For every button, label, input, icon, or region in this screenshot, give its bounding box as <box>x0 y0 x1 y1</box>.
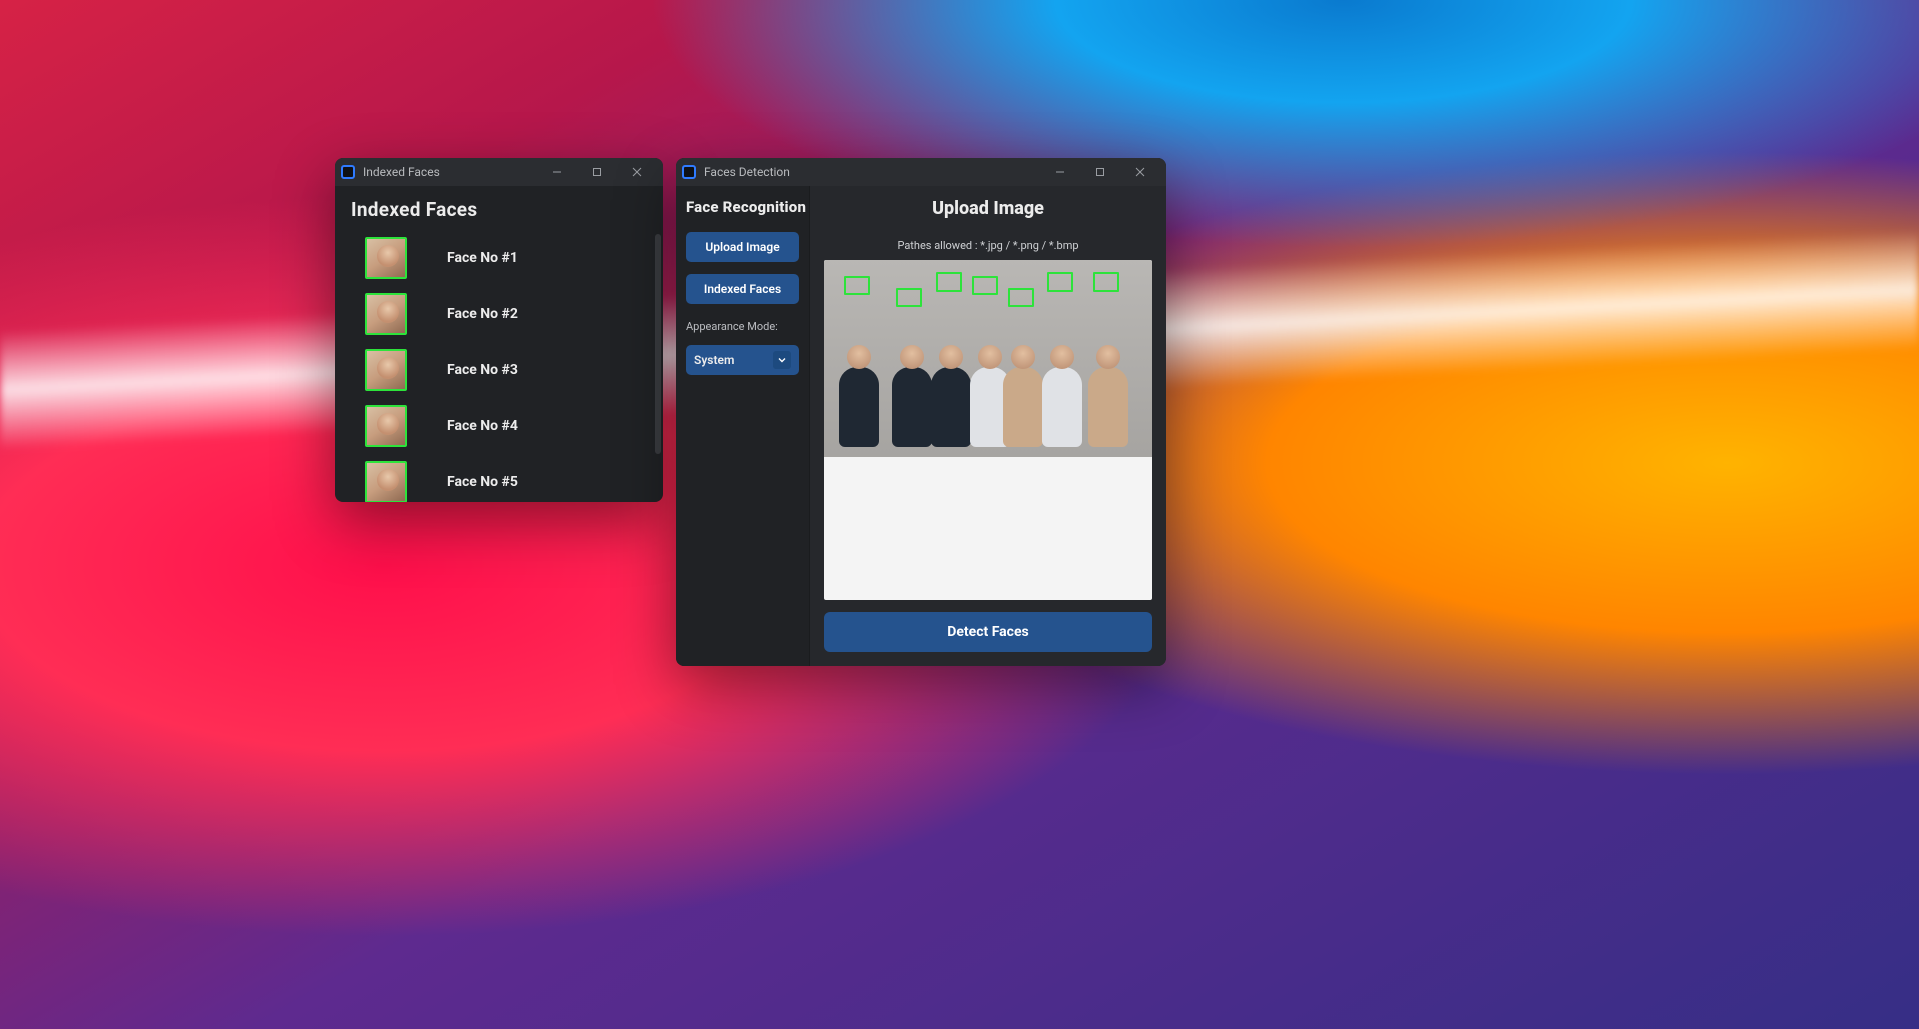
chevron-down-icon <box>773 351 791 369</box>
appearance-mode-value: System <box>694 353 734 367</box>
face-label: Face No #3 <box>447 362 518 378</box>
face-box <box>936 272 962 292</box>
indexed-faces-window: Indexed Faces Indexed Faces Face No #1 <box>335 158 663 502</box>
face-label: Face No #5 <box>447 474 518 490</box>
image-preview <box>824 260 1152 600</box>
face-thumbnail <box>365 461 407 502</box>
face-thumbnail <box>365 349 407 391</box>
upload-image-heading: Upload Image <box>824 198 1152 219</box>
vertical-scrollbar[interactable] <box>655 234 661 454</box>
face-thumbnail <box>365 237 407 279</box>
indexed-faces-list: Face No #1 Face No #2 Face No #3 Face No… <box>341 230 649 502</box>
app-icon <box>341 165 355 179</box>
list-item[interactable]: Face No #4 <box>341 398 649 454</box>
titlebar[interactable]: Indexed Faces <box>335 158 663 186</box>
face-thumbnail <box>365 293 407 335</box>
app-icon <box>682 165 696 179</box>
allowed-paths-hint: Pathes allowed : *.jpg / *.png / *.bmp <box>824 239 1152 252</box>
indexed-faces-heading: Indexed Faces <box>351 198 651 221</box>
maximize-button[interactable] <box>577 158 617 186</box>
window-title: Indexed Faces <box>363 165 440 179</box>
detect-faces-button[interactable]: Detect Faces <box>824 612 1152 652</box>
list-item[interactable]: Face No #1 <box>341 230 649 286</box>
face-box <box>1047 272 1073 292</box>
sidebar: Face Recognition Upload Image Indexed Fa… <box>676 186 810 666</box>
face-label: Face No #4 <box>447 418 518 434</box>
titlebar[interactable]: Faces Detection <box>676 158 1166 186</box>
face-thumbnail <box>365 405 407 447</box>
sidebar-heading: Face Recognition <box>686 198 799 216</box>
face-box <box>972 276 998 296</box>
minimize-button[interactable] <box>1040 158 1080 186</box>
face-label: Face No #2 <box>447 306 518 322</box>
close-button[interactable] <box>1120 158 1160 186</box>
main-panel: Upload Image Pathes allowed : *.jpg / *.… <box>810 186 1166 666</box>
desktop-wallpaper: Indexed Faces Indexed Faces Face No #1 <box>0 0 1919 1029</box>
face-box <box>1093 272 1119 292</box>
list-item[interactable]: Face No #3 <box>341 342 649 398</box>
face-box <box>844 276 870 296</box>
appearance-mode-label: Appearance Mode: <box>686 320 799 333</box>
window-title: Faces Detection <box>704 165 790 179</box>
list-item[interactable]: Face No #2 <box>341 286 649 342</box>
face-box <box>1008 288 1034 308</box>
upload-image-button[interactable]: Upload Image <box>686 232 799 262</box>
faces-detection-window: Faces Detection Face Recognition Upload … <box>676 158 1166 666</box>
close-button[interactable] <box>617 158 657 186</box>
uploaded-photo <box>824 260 1152 457</box>
indexed-faces-button[interactable]: Indexed Faces <box>686 274 799 304</box>
list-item[interactable]: Face No #5 <box>341 454 649 502</box>
appearance-mode-select[interactable]: System <box>686 345 799 375</box>
minimize-button[interactable] <box>537 158 577 186</box>
face-label: Face No #1 <box>447 250 518 266</box>
maximize-button[interactable] <box>1080 158 1120 186</box>
face-box <box>896 288 922 308</box>
